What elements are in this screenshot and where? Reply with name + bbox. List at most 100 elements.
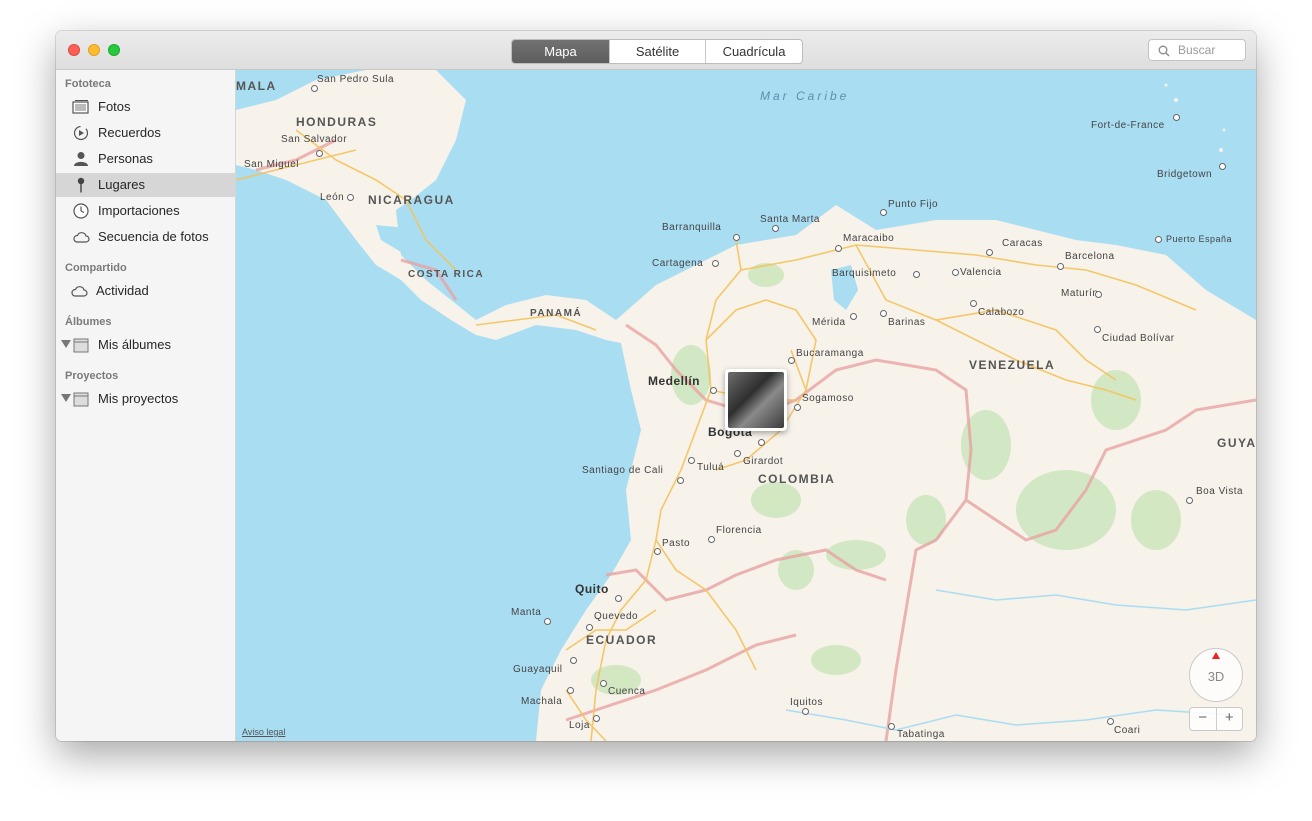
map-label-country: MALA bbox=[236, 79, 277, 93]
city-marker bbox=[952, 269, 959, 276]
city-marker bbox=[1057, 263, 1064, 270]
legal-notice-link[interactable]: Aviso legal bbox=[242, 727, 285, 737]
city-marker bbox=[802, 708, 809, 715]
search-field[interactable]: Buscar bbox=[1148, 39, 1246, 61]
zoom-window-button[interactable] bbox=[108, 44, 120, 56]
disclosure-triangle-icon[interactable] bbox=[61, 340, 71, 348]
city-marker bbox=[593, 715, 600, 722]
city-marker bbox=[677, 477, 684, 484]
city-marker bbox=[794, 404, 801, 411]
map-label-city: Caracas bbox=[1002, 238, 1043, 249]
map-label-city: Manta bbox=[511, 607, 542, 618]
folder-icon bbox=[73, 338, 89, 353]
map-view[interactable]: Mar Caribe MALA HONDURAS NICARAGUA COSTA… bbox=[236, 70, 1256, 741]
tab-mapa[interactable]: Mapa bbox=[512, 40, 610, 63]
map-label-city: Santiago de Cali bbox=[582, 465, 664, 476]
city-marker bbox=[1094, 326, 1101, 333]
sidebar-item-importaciones[interactable]: Importaciones bbox=[56, 199, 235, 223]
map-label-city: Quevedo bbox=[594, 611, 639, 622]
zoom-in-button[interactable]: + bbox=[1217, 708, 1243, 730]
map-label-country: COSTA RICA bbox=[408, 269, 485, 280]
map-label-city: Barquisimeto bbox=[832, 268, 897, 279]
city-marker bbox=[1186, 497, 1193, 504]
city-marker bbox=[1173, 114, 1180, 121]
compass-3d-label: 3D bbox=[1207, 669, 1225, 684]
sidebar-item-personas[interactable]: Personas bbox=[56, 147, 235, 171]
city-marker bbox=[913, 271, 920, 278]
minimize-window-button[interactable] bbox=[88, 44, 100, 56]
city-marker bbox=[586, 624, 593, 631]
sidebar-item-mis-albumes[interactable]: Mis álbumes bbox=[56, 333, 235, 357]
zoom-out-button[interactable]: − bbox=[1190, 708, 1217, 730]
map-label-city: Punto Fijo bbox=[888, 199, 939, 210]
map-label-country: NICARAGUA bbox=[368, 193, 455, 207]
sidebar: Fototeca Fotos Recuerdos Personas Lugare… bbox=[56, 70, 236, 741]
section-title-compartido: Compartido bbox=[65, 262, 127, 274]
city-marker bbox=[888, 723, 895, 730]
map-label-city: Sogamoso bbox=[802, 393, 854, 404]
map-label-city: Tabatinga bbox=[897, 729, 945, 740]
sidebar-item-actividad[interactable]: Actividad bbox=[56, 279, 235, 303]
map-label-city: Mérida bbox=[812, 317, 846, 328]
sidebar-item-secuencia-de-fotos[interactable]: Secuencia de fotos bbox=[56, 225, 235, 249]
tab-cuadricula[interactable]: Cuadrícula bbox=[706, 40, 802, 63]
map-label-city: Tuluá bbox=[697, 462, 725, 473]
photos-icon bbox=[72, 100, 89, 114]
map-label-city: Maturín bbox=[1061, 288, 1099, 299]
cloud-icon bbox=[73, 232, 90, 243]
sidebar-item-label: Lugares bbox=[98, 177, 145, 192]
city-marker bbox=[712, 260, 719, 267]
tab-satelite[interactable]: Satélite bbox=[610, 40, 706, 63]
city-marker bbox=[758, 439, 765, 446]
city-marker bbox=[567, 687, 574, 694]
close-window-button[interactable] bbox=[68, 44, 80, 56]
map-label-city: San Pedro Sula bbox=[317, 74, 395, 85]
map-label-city: Santa Marta bbox=[760, 214, 820, 225]
sidebar-item-mis-proyectos[interactable]: Mis proyectos bbox=[56, 387, 235, 411]
map-label-city: Cartagena bbox=[652, 258, 704, 269]
zoom-control: − + bbox=[1189, 707, 1243, 731]
compass-3d-control[interactable]: 3D bbox=[1189, 648, 1243, 702]
map-label-city: Barinas bbox=[888, 317, 926, 328]
section-title-albumes: Álbumes bbox=[65, 316, 112, 328]
city-marker bbox=[600, 680, 607, 687]
sidebar-item-label: Personas bbox=[98, 151, 153, 166]
map-label-city: Coari bbox=[1114, 725, 1141, 736]
view-mode-segmented-control: Mapa Satélite Cuadrícula bbox=[511, 39, 803, 64]
city-marker bbox=[733, 234, 740, 241]
section-title-fototeca: Fototeca bbox=[65, 78, 111, 90]
city-marker bbox=[880, 310, 887, 317]
city-marker bbox=[734, 450, 741, 457]
section-title-proyectos: Proyectos bbox=[65, 370, 119, 382]
search-placeholder: Buscar bbox=[1178, 43, 1216, 57]
sidebar-item-recuerdos[interactable]: Recuerdos bbox=[56, 121, 235, 145]
map-label-city: Bucaramanga bbox=[796, 348, 864, 359]
city-marker bbox=[570, 657, 577, 664]
sidebar-item-fotos[interactable]: Fotos bbox=[56, 95, 235, 119]
city-marker bbox=[688, 457, 695, 464]
folder-icon bbox=[73, 392, 89, 407]
disclosure-triangle-icon[interactable] bbox=[61, 394, 71, 402]
sidebar-item-lugares[interactable]: Lugares bbox=[56, 173, 235, 197]
map-label-country: HONDURAS bbox=[296, 115, 378, 129]
map-label-city: Guayaquil bbox=[513, 664, 563, 675]
photo-thumbnail bbox=[728, 372, 784, 428]
cloud-icon bbox=[71, 286, 88, 297]
map-label-city: Barcelona bbox=[1065, 251, 1115, 262]
city-marker bbox=[880, 209, 887, 216]
city-marker bbox=[788, 357, 795, 364]
sidebar-item-label: Secuencia de fotos bbox=[98, 229, 209, 244]
search-icon bbox=[1158, 45, 1170, 57]
person-icon bbox=[74, 152, 88, 166]
map-label-city: Iquitos bbox=[790, 697, 823, 708]
map-label-city: Florencia bbox=[716, 525, 762, 536]
map-label-country: PANAMÁ bbox=[530, 308, 583, 319]
map-label-city: San Miguel bbox=[244, 159, 300, 170]
map-label-country: COLOMBIA bbox=[758, 472, 836, 486]
photo-location-pin[interactable] bbox=[725, 369, 787, 431]
city-marker bbox=[654, 548, 661, 555]
photos-window: Mapa Satélite Cuadrícula Buscar Fototeca… bbox=[56, 31, 1256, 741]
map-label-country: GUYA bbox=[1217, 436, 1256, 450]
map-label-city: San Salvador bbox=[281, 134, 348, 145]
map-label-city: Ciudad Bolívar bbox=[1102, 333, 1175, 344]
